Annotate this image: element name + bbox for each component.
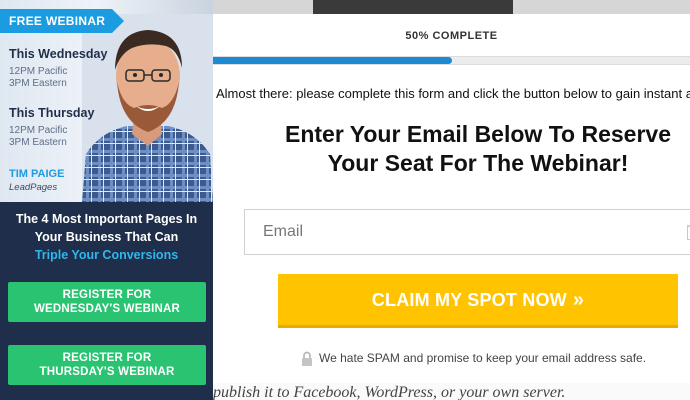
session-time-pacific: 12PM Pacific <box>9 66 68 77</box>
host-photo <box>82 14 213 202</box>
background-page-header <box>213 0 690 14</box>
email-input[interactable] <box>261 222 645 242</box>
modal-headline: Enter Your Email Below To Reserve Your S… <box>233 120 690 178</box>
double-chevron-right-icon: » <box>572 289 585 311</box>
lock-icon <box>302 352 312 367</box>
free-webinar-badge: FREE WEBINAR <box>0 9 124 33</box>
button-label-line: REGISTER FOR <box>62 289 152 301</box>
progress-bar-fill <box>213 57 452 64</box>
host-name: TIM PAIGE <box>9 168 65 180</box>
button-label-line: THURSDAY'S WEBINAR <box>39 366 175 378</box>
email-field[interactable] <box>244 209 690 255</box>
webinar-ad-header: FREE WEBINAR This Wednesday 12PM Pacific… <box>0 0 213 202</box>
pitch-highlight: Triple Your Conversions <box>34 248 179 262</box>
pitch-line: The 4 Most Important Pages In <box>15 212 198 226</box>
button-label-line: WEDNESDAY'S WEBINAR <box>33 303 181 315</box>
session-day-thursday: This Thursday <box>9 106 95 120</box>
register-thursday-button[interactable]: REGISTER FOR THURSDAY'S WEBINAR <box>8 345 206 385</box>
webinar-pitch: The 4 Most Important Pages In Your Busin… <box>0 210 213 264</box>
session-time-eastern: 3PM Eastern <box>9 137 67 148</box>
claim-spot-button[interactable]: CLAIM MY SPOT NOW» <box>278 274 678 328</box>
instructions-text: Almost there: please complete this form … <box>216 86 690 101</box>
host-company: LeadPages <box>9 182 58 193</box>
progress-bar <box>213 56 690 65</box>
session-day-wednesday: This Wednesday <box>9 47 108 61</box>
register-wednesday-button[interactable]: REGISTER FOR WEDNESDAY'S WEBINAR <box>8 282 206 322</box>
session-time-pacific: 12PM Pacific <box>9 125 68 136</box>
webinar-sidebar: FREE WEBINAR This Wednesday 12PM Pacific… <box>0 0 213 400</box>
spam-note: We hate SPAM and promise to keep your em… <box>301 351 647 367</box>
headline-line: Enter Your Email Below To Reserve <box>284 121 671 147</box>
headline-line: Your Seat For The Webinar! <box>327 150 629 176</box>
spam-note-text: We hate SPAM and promise to keep your em… <box>319 351 647 365</box>
button-label-line: REGISTER FOR <box>62 352 152 364</box>
progress-label: 50% COMPLETE <box>405 30 498 42</box>
pitch-line: Your Business That Can <box>34 230 179 244</box>
optin-modal: 50% COMPLETE Almost there: please comple… <box>213 14 690 383</box>
background-header-image <box>313 0 513 14</box>
background-page-text: publish it to Facebook, WordPress, or yo… <box>213 383 690 400</box>
claim-button-label: CLAIM MY SPOT NOW <box>371 290 567 310</box>
session-time-eastern: 3PM Eastern <box>9 78 67 89</box>
background-text-line: publish it to Facebook, WordPress, or yo… <box>213 384 566 400</box>
